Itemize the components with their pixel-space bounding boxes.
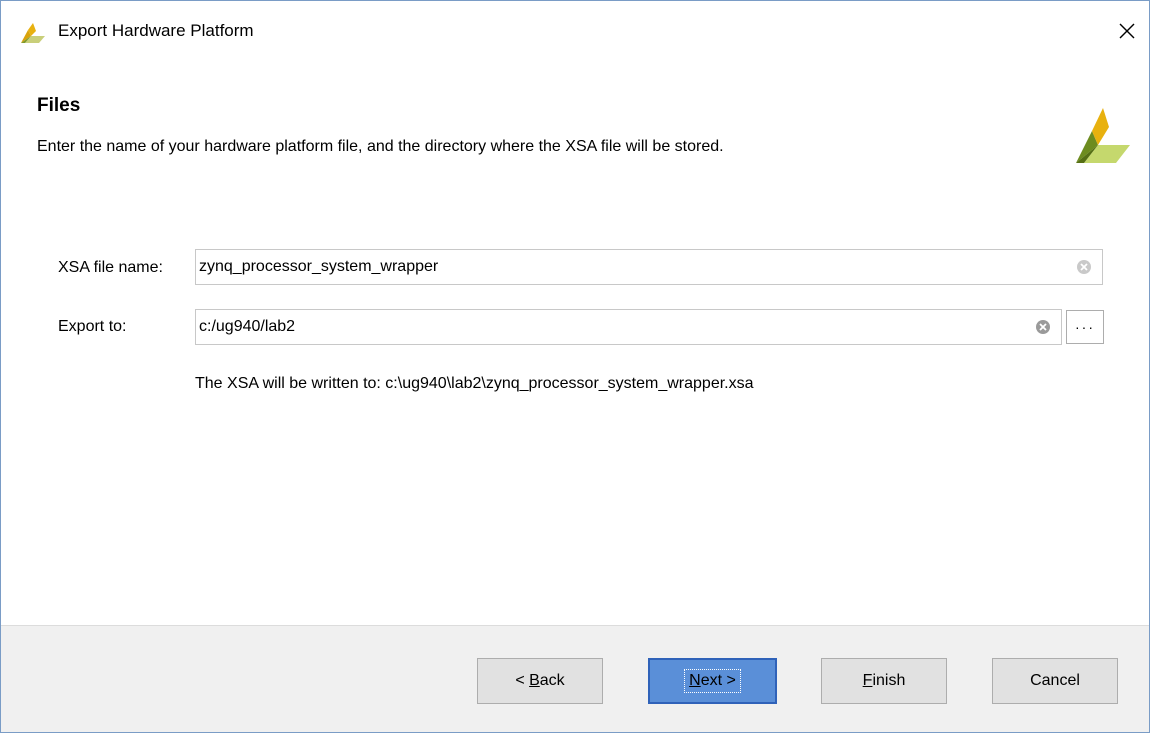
browse-button[interactable]: ···: [1066, 310, 1104, 344]
back-prefix: <: [515, 672, 530, 689]
xsa-file-name-input[interactable]: [196, 249, 1076, 285]
form-panel: XSA file name: Export to: ··· The XSA wi…: [1, 189, 1149, 625]
next-button[interactable]: Next >: [648, 658, 777, 704]
back-rest: ack: [539, 672, 565, 689]
clear-icon[interactable]: [1035, 319, 1051, 335]
back-button-label: < Back: [515, 672, 564, 690]
xsa-output-path-note: The XSA will be written to: c:\ug940\lab…: [195, 375, 754, 392]
back-button[interactable]: < Back: [477, 658, 603, 704]
title-bar: Export Hardware Platform: [1, 1, 1149, 65]
export-to-input[interactable]: [196, 309, 1035, 345]
finish-button[interactable]: Finish: [821, 658, 947, 704]
xsa-file-name-field[interactable]: [195, 249, 1103, 285]
page-description: Enter the name of your hardware platform…: [37, 138, 724, 155]
finish-mnemonic: F: [862, 672, 873, 689]
finish-button-label: Finish: [863, 672, 906, 690]
export-to-field[interactable]: [195, 309, 1062, 345]
wizard-header: Files Enter the name of your hardware pl…: [1, 65, 1149, 189]
next-mnemonic: N: [689, 672, 701, 689]
button-bar: < Back Next > Finish Cancel: [1, 626, 1149, 732]
export-to-label: Export to:: [58, 318, 127, 335]
close-button[interactable]: [1107, 11, 1147, 51]
next-button-label: Next >: [684, 669, 741, 693]
clear-icon[interactable]: [1076, 259, 1092, 275]
next-rest: ext >: [700, 672, 736, 689]
page-title: Files: [37, 95, 81, 116]
back-mnemonic: B: [529, 672, 540, 689]
cancel-button[interactable]: Cancel: [992, 658, 1118, 704]
close-icon: [1119, 23, 1135, 39]
xilinx-logo-icon: [1076, 108, 1130, 163]
xsa-file-name-label: XSA file name:: [58, 259, 163, 276]
finish-rest: inish: [872, 672, 906, 689]
window-title: Export Hardware Platform: [58, 21, 254, 40]
xilinx-logo-icon: [21, 23, 45, 43]
export-hardware-platform-dialog: Export Hardware Platform Files Enter the…: [0, 0, 1150, 733]
